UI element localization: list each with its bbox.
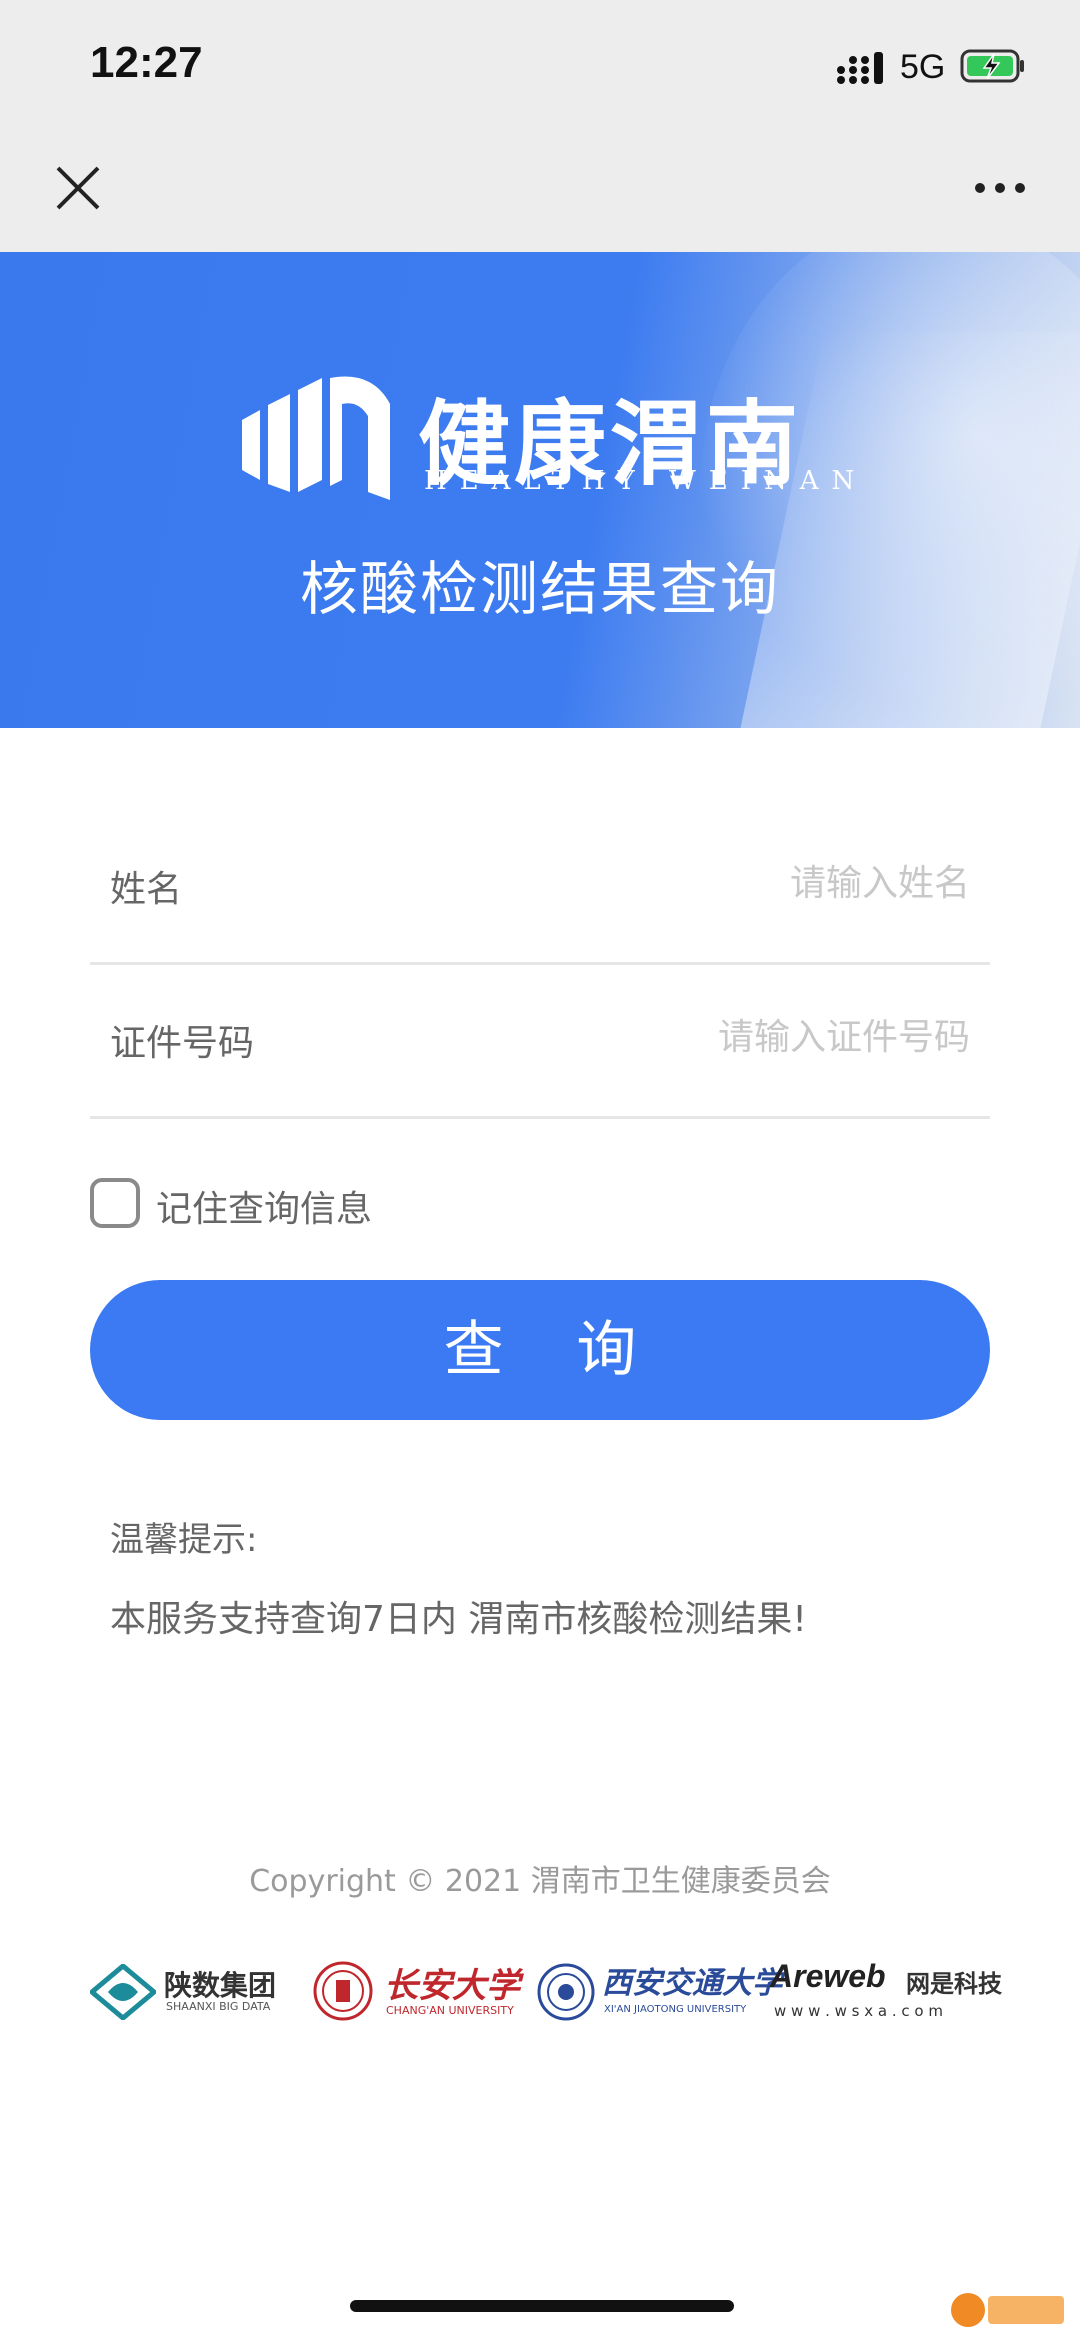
home-indicator	[350, 2300, 734, 2312]
healthy-weinan-logo-icon	[242, 376, 390, 500]
partner-name-en: SHAANXI BIG DATA	[166, 2000, 271, 2013]
more-icon[interactable]	[972, 176, 1028, 200]
partner-name-cn: 长安大学	[384, 1966, 520, 2006]
partner-xian-jiaotong-university: 西安交通大学 XI'AN JIAOTONG UNIVERSITY	[536, 1950, 782, 2030]
copyright-text: Copyright © 2021 渭南市卫生健康委员会	[249, 1864, 831, 1899]
brand-name-en: HEALTHY WEINAN	[424, 466, 868, 496]
close-icon[interactable]	[52, 162, 104, 214]
name-field-row: 姓名	[90, 808, 990, 965]
tips-text: 本服务支持查询7日内 渭南市核酸检测结果!	[110, 1599, 807, 1640]
partner-shaanxi-big-data: 陕数集团 SHAANXI BIG DATA	[90, 1950, 300, 2030]
query-button[interactable]: 查 询	[90, 1280, 990, 1420]
battery-charging-icon	[960, 49, 1024, 83]
partner-name-cn: 陕数集团	[164, 1969, 277, 2002]
id-number-field-row: 证件号码	[90, 962, 990, 1119]
id-number-input[interactable]	[448, 1006, 972, 1068]
name-input[interactable]	[448, 852, 972, 914]
tips-title: 温馨提示:	[110, 1520, 258, 1560]
changan-university-seal-icon	[313, 1961, 373, 2021]
partner-changan-university: 长安大学 CHANG'AN UNIVERSITY	[312, 1950, 522, 2030]
id-number-label: 证件号码	[110, 1023, 255, 1064]
header-banner: 健康渭南 HEALTHY WEINAN 核酸检测结果查询	[0, 252, 1080, 728]
network-type: 5G	[900, 48, 946, 86]
status-bar: 12:27 5G	[0, 0, 1080, 252]
partner-name-cn: 西安交通大学	[602, 1966, 782, 2001]
watermark-logo-icon	[951, 2293, 1064, 2327]
name-label: 姓名	[110, 869, 183, 910]
page-title: 核酸检测结果查询	[299, 555, 780, 623]
remember-label: 记住查询信息	[156, 1189, 373, 1230]
partner-name-cn: 网是科技	[906, 1970, 1002, 1998]
areweb-logo: Areweb	[770, 1958, 886, 1994]
partner-areweb: Areweb 网是科技 w w w . w s x a . c o m	[770, 1950, 1002, 2030]
xjtu-seal-icon	[537, 1963, 595, 2021]
partner-logos: 陕数集团 SHAANXI BIG DATA 长安大学 CHANG'AN UNIV…	[90, 1950, 1002, 2030]
partner-name-en: CHANG'AN UNIVERSITY	[386, 2004, 514, 2017]
partner-name-en: XI'AN JIAOTONG UNIVERSITY	[604, 2004, 747, 2015]
checkbox-icon[interactable]	[90, 1178, 140, 1228]
shaanxi-big-data-logo-icon	[90, 1964, 156, 2020]
signal-icon	[837, 52, 883, 84]
status-time: 12:27	[90, 38, 203, 87]
partner-website: w w w . w s x a . c o m	[774, 2002, 943, 2020]
